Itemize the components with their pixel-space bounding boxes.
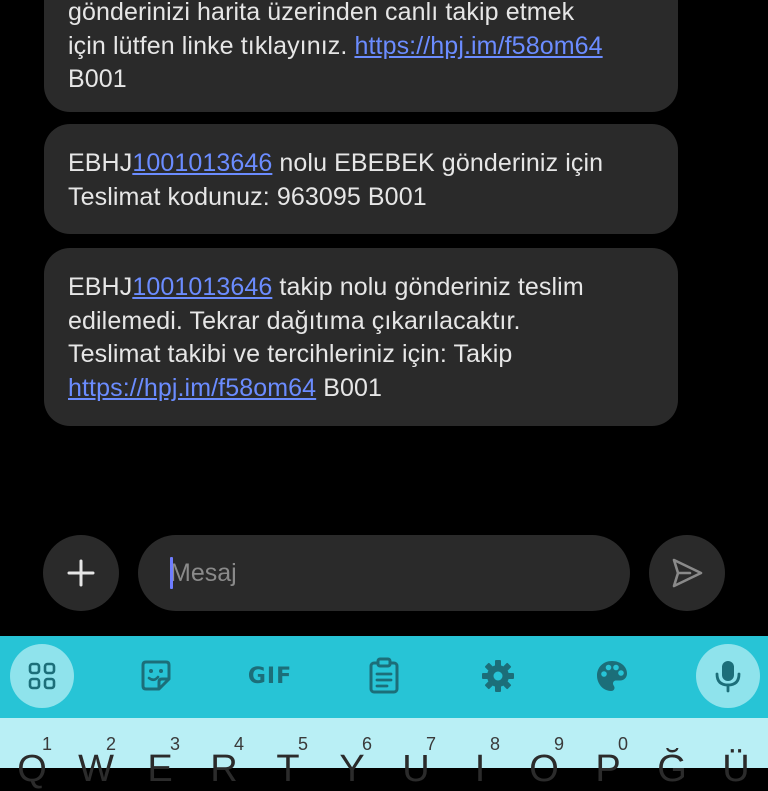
text-cursor <box>170 557 173 589</box>
message-bubble[interactable]: EBHJ1001013646 nolu EBEBEK gönderiniz iç… <box>44 124 678 234</box>
settings-button[interactable] <box>466 644 530 708</box>
key[interactable]: 8I <box>448 718 512 790</box>
keyboard-apps-button[interactable] <box>10 644 74 708</box>
gif-button[interactable]: GIF <box>238 644 302 708</box>
key-label: W <box>78 748 114 790</box>
key[interactable]: 1Q <box>0 718 64 790</box>
keyboard-keys: 1Q 2W 3E 4R 5T 6Y 7U 8I 9O 0P Ğ Ü <box>0 718 768 790</box>
message-link[interactable]: https://hpj.im/f58om64 <box>68 374 316 402</box>
key[interactable]: 4R <box>192 718 256 790</box>
sticker-icon <box>141 660 171 691</box>
sticker-button[interactable] <box>124 644 188 708</box>
key-label: O <box>529 748 559 790</box>
microphone-icon <box>715 661 741 693</box>
key[interactable]: Ü <box>704 718 768 790</box>
gear-icon <box>482 660 514 692</box>
phone-number-link[interactable]: 1001013646 <box>132 273 272 301</box>
key-label: Ğ <box>657 748 687 790</box>
send-icon <box>672 558 703 588</box>
phone-number-link[interactable]: 1001013646 <box>132 149 272 177</box>
plus-icon <box>67 559 95 587</box>
message-bubble[interactable]: gönderinizi harita üzerinden canlı takip… <box>44 0 678 112</box>
message-text: EBHJ1001013646 takip nolu gönderiniz tes… <box>68 273 584 301</box>
theme-button[interactable] <box>580 644 644 708</box>
message-text: Teslimat kodunuz: 963095 B001 <box>68 182 427 211</box>
voice-input-button[interactable] <box>696 644 760 708</box>
key[interactable]: 9O <box>512 718 576 790</box>
key[interactable]: 3E <box>128 718 192 790</box>
grid-icon <box>28 662 56 690</box>
key-label: I <box>474 748 486 790</box>
key-label: E <box>147 748 173 790</box>
key[interactable]: 6Y <box>320 718 384 790</box>
key-label: T <box>276 748 300 790</box>
key-label: R <box>210 748 238 790</box>
message-text: B001 <box>68 65 127 93</box>
attach-button[interactable] <box>43 535 119 611</box>
message-input[interactable] <box>138 535 630 611</box>
key[interactable]: Ğ <box>640 718 704 790</box>
message-text: gönderinizi harita üzerinden canlı takip… <box>68 0 575 26</box>
palette-icon <box>597 661 627 691</box>
clipboard-button[interactable] <box>352 644 416 708</box>
key-label: Q <box>17 748 47 790</box>
key[interactable]: 2W <box>64 718 128 790</box>
message-text: Teslimat takibi ve tercihleriniz için: T… <box>68 340 513 368</box>
send-button[interactable] <box>649 535 725 611</box>
key-label: P <box>595 748 621 790</box>
key[interactable]: 5T <box>256 718 320 790</box>
clipboard-icon <box>369 657 399 694</box>
key-label: Ü <box>722 748 750 790</box>
key-label: Y <box>339 748 365 790</box>
message-text: https://hpj.im/f58om64 B001 <box>68 373 383 402</box>
gif-label: GIF <box>247 663 293 689</box>
key-label: U <box>402 748 430 790</box>
key[interactable]: 7U <box>384 718 448 790</box>
message-bubble[interactable]: EBHJ1001013646 takip nolu gönderiniz tes… <box>44 248 678 426</box>
message-text: edilemedi. Tekrar dağıtıma çıkarılacaktı… <box>68 306 521 335</box>
message-link[interactable]: https://hpj.im/f58om64 <box>354 32 602 60</box>
keyboard-toolbar: GIF <box>0 636 768 718</box>
message-text: EBHJ1001013646 nolu EBEBEK gönderiniz iç… <box>68 149 604 177</box>
message-text: için lütfen linke tıklayınız. https://hp… <box>68 31 603 60</box>
key[interactable]: 0P <box>576 718 640 790</box>
